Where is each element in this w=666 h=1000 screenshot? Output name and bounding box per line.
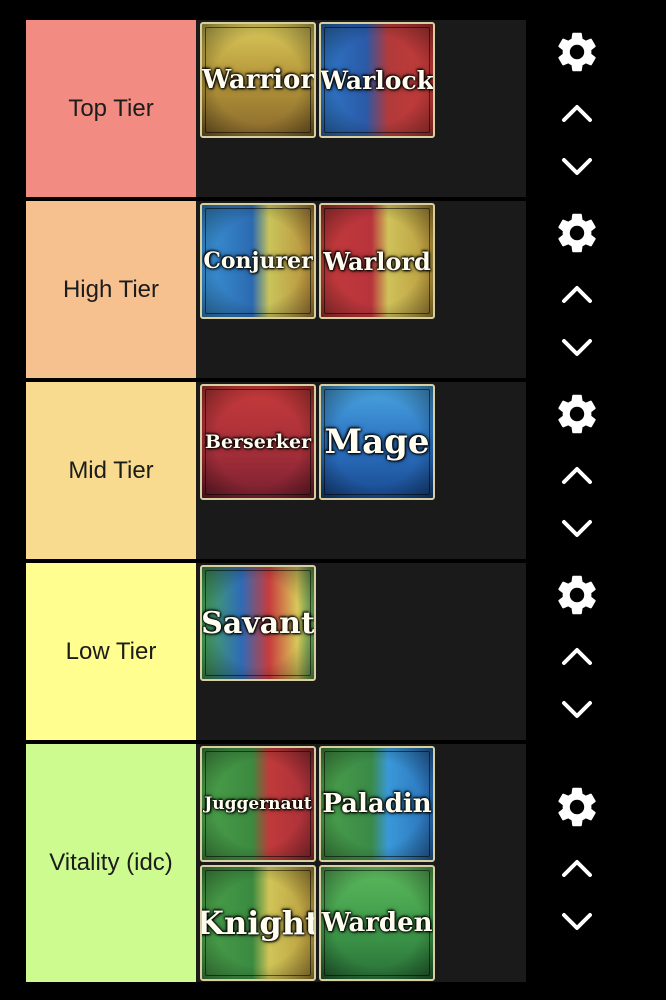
chevron-down-icon (562, 701, 592, 718)
settings-button[interactable] (547, 28, 607, 76)
tier-item-knight[interactable]: Knight (200, 865, 316, 981)
tier-label[interactable]: Low Tier (26, 563, 196, 740)
settings-button[interactable] (547, 390, 607, 438)
tier-item-warrior[interactable]: Warrior (200, 22, 316, 138)
chevron-up-icon (562, 286, 592, 303)
chevron-down-icon (562, 158, 592, 175)
gear-icon (558, 575, 596, 615)
gear-icon (558, 787, 596, 827)
tier-item-label: Juggernaut (204, 794, 312, 814)
tier-row-top: Top Tier Warrior Warlock (26, 20, 526, 197)
chevron-up-icon (562, 105, 592, 122)
tier-row-high: High Tier Conjurer Warlord (26, 201, 526, 378)
move-up-button[interactable] (547, 102, 607, 124)
chevron-down-icon (562, 913, 592, 930)
move-down-button[interactable] (547, 911, 607, 933)
tier-items: Conjurer Warlord (198, 201, 526, 378)
tier-item-warlock[interactable]: Warlock (319, 22, 435, 138)
tier-item-mage[interactable]: Mage (319, 384, 435, 500)
tier-item-savant[interactable]: Savant (200, 565, 316, 681)
tier-items: Warrior Warlock (198, 20, 526, 197)
settings-button[interactable] (547, 783, 607, 831)
tier-item-label: Conjurer (203, 248, 313, 274)
chevron-up-icon (562, 860, 592, 877)
move-down-button[interactable] (547, 337, 607, 359)
tier-row-vitality: Vitality (idc) Juggernaut Paladin Knight… (26, 744, 526, 982)
tier-items: Juggernaut Paladin Knight Warden (198, 744, 526, 982)
chevron-down-icon (562, 339, 592, 356)
move-up-button[interactable] (547, 464, 607, 486)
tier-row-mid: Mid Tier Berserker Mage (26, 382, 526, 559)
tier-item-label: Berserker (204, 431, 312, 453)
tier-item-paladin[interactable]: Paladin (319, 746, 435, 862)
gear-icon (558, 394, 596, 434)
chevron-up-icon (562, 467, 592, 484)
move-up-button[interactable] (547, 283, 607, 305)
move-up-button[interactable] (547, 857, 607, 879)
tier-label[interactable]: Top Tier (26, 20, 196, 197)
tier-item-label: Warlord (323, 246, 431, 276)
tier-item-juggernaut[interactable]: Juggernaut (200, 746, 316, 862)
move-down-button[interactable] (547, 518, 607, 540)
move-down-button[interactable] (547, 156, 607, 178)
chevron-down-icon (562, 520, 592, 537)
tier-item-warden[interactable]: Warden (319, 865, 435, 981)
tier-label[interactable]: Mid Tier (26, 382, 196, 559)
gear-icon (558, 213, 596, 253)
tier-item-label: Warrior (201, 65, 315, 95)
tier-item-label: Mage (324, 422, 430, 462)
tier-item-label: Warlock (320, 65, 434, 95)
settings-button[interactable] (547, 209, 607, 257)
move-down-button[interactable] (547, 699, 607, 721)
move-up-button[interactable] (547, 645, 607, 667)
chevron-up-icon (562, 648, 592, 665)
tier-item-berserker[interactable]: Berserker (200, 384, 316, 500)
tier-item-label: Warden (321, 908, 433, 938)
tier-item-label: Savant (201, 605, 315, 641)
tier-item-label: Paladin (322, 789, 432, 819)
tier-items: Berserker Mage (198, 382, 526, 559)
tier-item-label: Knight (200, 904, 316, 942)
tier-row-low: Low Tier Savant (26, 563, 526, 740)
gear-icon (558, 32, 596, 72)
settings-button[interactable] (547, 571, 607, 619)
tier-item-warlord[interactable]: Warlord (319, 203, 435, 319)
tier-label[interactable]: High Tier (26, 201, 196, 378)
tier-label[interactable]: Vitality (idc) (26, 744, 196, 982)
tier-item-conjurer[interactable]: Conjurer (200, 203, 316, 319)
tier-items: Savant (198, 563, 526, 740)
